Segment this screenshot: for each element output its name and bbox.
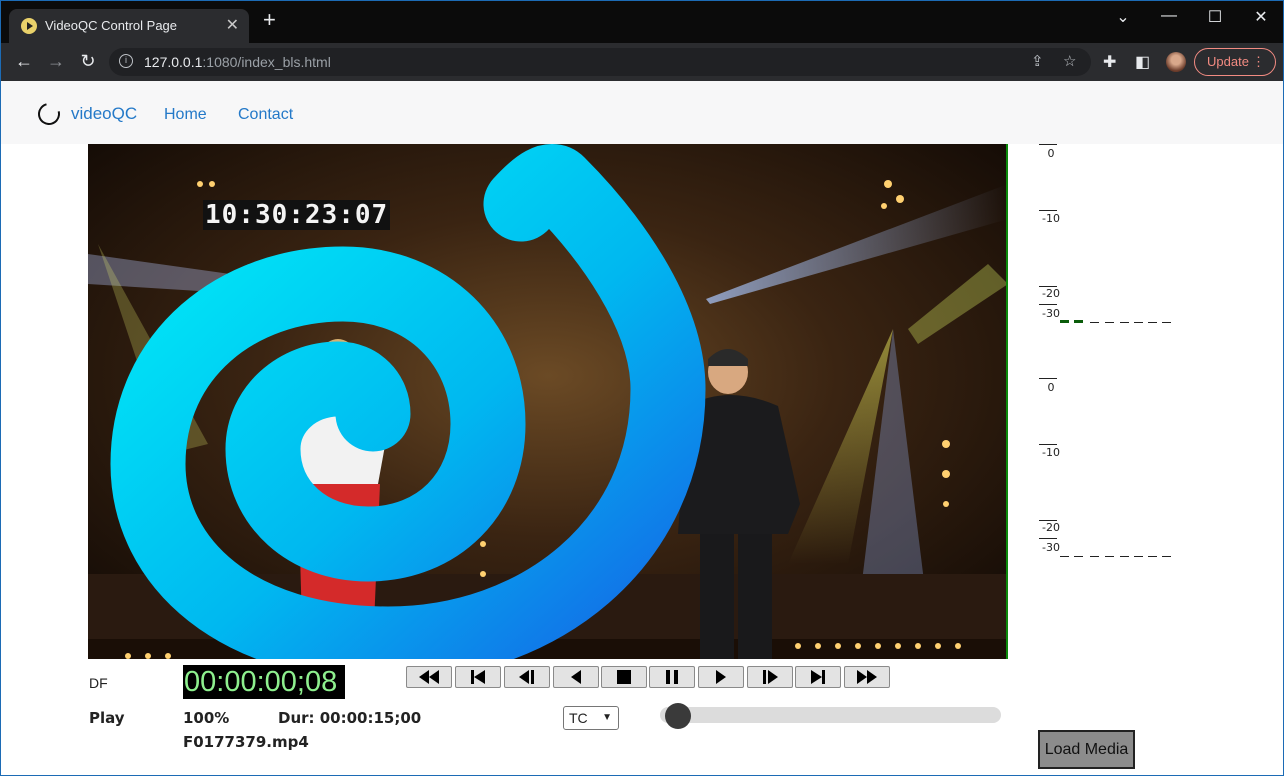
url-path: :1080/index_bls.html: [202, 54, 331, 70]
burned-in-timecode: 10:30:23:07: [203, 200, 391, 230]
meter-segment: [1074, 556, 1083, 557]
videoqc-logo-icon: [33, 98, 65, 130]
meter-segment: [1105, 322, 1114, 323]
site-info-icon[interactable]: i: [119, 54, 133, 68]
browser-toolbar: ← → ↻ i 127.0.0.1:1080/index_bls.html ⇪ …: [1, 43, 1283, 81]
meter-segment: [1134, 556, 1143, 557]
duration-text: Dur: 00:00:15;00: [278, 709, 422, 727]
pause-button[interactable]: [649, 666, 695, 688]
more-menu-icon: ⋮: [1252, 54, 1265, 69]
extensions-puzzle-icon[interactable]: ✚: [1103, 52, 1116, 72]
timecode-mode-select[interactable]: TC ▼: [563, 706, 619, 730]
share-icon[interactable]: ⇪: [1031, 52, 1044, 70]
page-navbar: videoQC Home Contact: [1, 81, 1283, 144]
maximize-button[interactable]: ☐: [1205, 7, 1225, 27]
tab-strip: VideoQC Control Page ✕ + ⌄ — ☐ ✕: [1, 1, 1283, 43]
meter-label-10: -10: [1042, 212, 1060, 225]
meter-segment: [1162, 322, 1171, 323]
url-text: 127.0.0.1:1080/index_bls.html: [144, 54, 331, 70]
skip-end-icon: [811, 670, 825, 684]
meter-tick: [1039, 144, 1057, 145]
position-slider-track[interactable]: [660, 707, 1001, 723]
new-tab-button[interactable]: +: [263, 9, 276, 31]
meter-label-30: -30: [1042, 307, 1060, 320]
fast-rewind-icon: [419, 670, 439, 684]
back-arrow-icon[interactable]: ←: [13, 51, 35, 72]
meter-segment: [1134, 322, 1143, 323]
meter-segment: [1090, 322, 1099, 323]
tab-title: VideoQC Control Page: [45, 18, 178, 33]
address-bar[interactable]: i 127.0.0.1:1080/index_bls.html ⇪ ☆: [109, 48, 1091, 76]
tab-close-icon[interactable]: ✕: [226, 15, 239, 35]
video-player[interactable]: 10:30:23:07: [88, 144, 1008, 659]
step-forward-icon: [763, 670, 778, 684]
step-back-icon: [519, 670, 534, 684]
meter-segment: [1162, 556, 1171, 557]
pause-icon: [666, 670, 678, 684]
load-media-button[interactable]: Load Media: [1038, 730, 1135, 769]
meter-segment: [1148, 322, 1157, 323]
play-state: Play: [89, 709, 125, 727]
play-icon: [716, 670, 726, 684]
speed-percent: 100%: [183, 709, 230, 727]
close-window-button[interactable]: ✕: [1251, 7, 1271, 27]
meter-segment: [1060, 556, 1069, 557]
filename-text: F0177379.mp4: [183, 733, 309, 751]
skip-start-icon: [471, 670, 485, 684]
meter-segment: [1148, 556, 1157, 557]
audio-meter-bottom: 0 -10 -20 -30: [1036, 378, 1186, 578]
update-label: Update: [1207, 54, 1249, 69]
meter-segment: [1120, 322, 1129, 323]
meter-label-0: 0: [1047, 381, 1055, 394]
browser-tab[interactable]: VideoQC Control Page ✕: [9, 9, 249, 43]
meter-tick: [1039, 538, 1057, 539]
meter-segment: [1090, 556, 1099, 557]
fast-forward-button[interactable]: [844, 666, 890, 688]
select-value: TC: [569, 710, 588, 726]
update-button[interactable]: Update ⋮: [1194, 48, 1276, 76]
bookmark-star-icon[interactable]: ☆: [1063, 52, 1076, 70]
step-forward-button[interactable]: [747, 666, 793, 688]
meter-label-30: -30: [1042, 541, 1060, 554]
meter-segment: [1060, 320, 1069, 323]
audio-meter-top: 0 -10 -20 -30: [1036, 144, 1186, 344]
browser-window: VideoQC Control Page ✕ + ⌄ — ☐ ✕ ← → ↻ i…: [0, 0, 1284, 776]
skip-to-start-button[interactable]: [455, 666, 501, 688]
forward-arrow-icon[interactable]: →: [45, 51, 67, 72]
nav-home-link[interactable]: Home: [164, 106, 207, 124]
stop-icon: [617, 670, 631, 684]
meter-segment: [1074, 320, 1083, 323]
reverse-play-button[interactable]: [553, 666, 599, 688]
meter-label-0: 0: [1047, 147, 1055, 160]
meter-tick: [1039, 210, 1057, 211]
chevron-down-icon: ▼: [602, 712, 612, 723]
meter-label-10: -10: [1042, 446, 1060, 459]
position-slider-thumb[interactable]: [665, 703, 692, 729]
reverse-play-icon: [571, 670, 581, 684]
tab-search-icon[interactable]: ⌄: [1113, 7, 1133, 27]
brand-link[interactable]: videoQC: [71, 104, 137, 124]
skip-to-end-button[interactable]: [795, 666, 841, 688]
stop-button[interactable]: [601, 666, 647, 688]
side-panel-icon[interactable]: ◧: [1135, 52, 1150, 72]
play-button[interactable]: [698, 666, 744, 688]
meter-segment: [1105, 556, 1114, 557]
meter-segment: [1120, 556, 1129, 557]
reload-icon[interactable]: ↻: [77, 51, 99, 72]
fast-rewind-button[interactable]: [406, 666, 452, 688]
meter-tick: [1039, 444, 1057, 445]
timecode-display: 00:00:00;08: [183, 665, 345, 699]
play-favicon-icon: [21, 18, 37, 34]
meter-tick: [1039, 378, 1057, 379]
minimize-button[interactable]: —: [1159, 7, 1179, 25]
nav-contact-link[interactable]: Contact: [238, 106, 293, 124]
meter-tick: [1039, 304, 1057, 305]
fast-forward-icon: [857, 670, 877, 684]
step-back-button[interactable]: [504, 666, 550, 688]
meter-label-20: -20: [1042, 521, 1060, 534]
drop-frame-label: DF: [89, 675, 108, 691]
url-host: 127.0.0.1: [144, 54, 203, 70]
meter-label-20: -20: [1042, 287, 1060, 300]
profile-avatar[interactable]: [1166, 52, 1186, 72]
